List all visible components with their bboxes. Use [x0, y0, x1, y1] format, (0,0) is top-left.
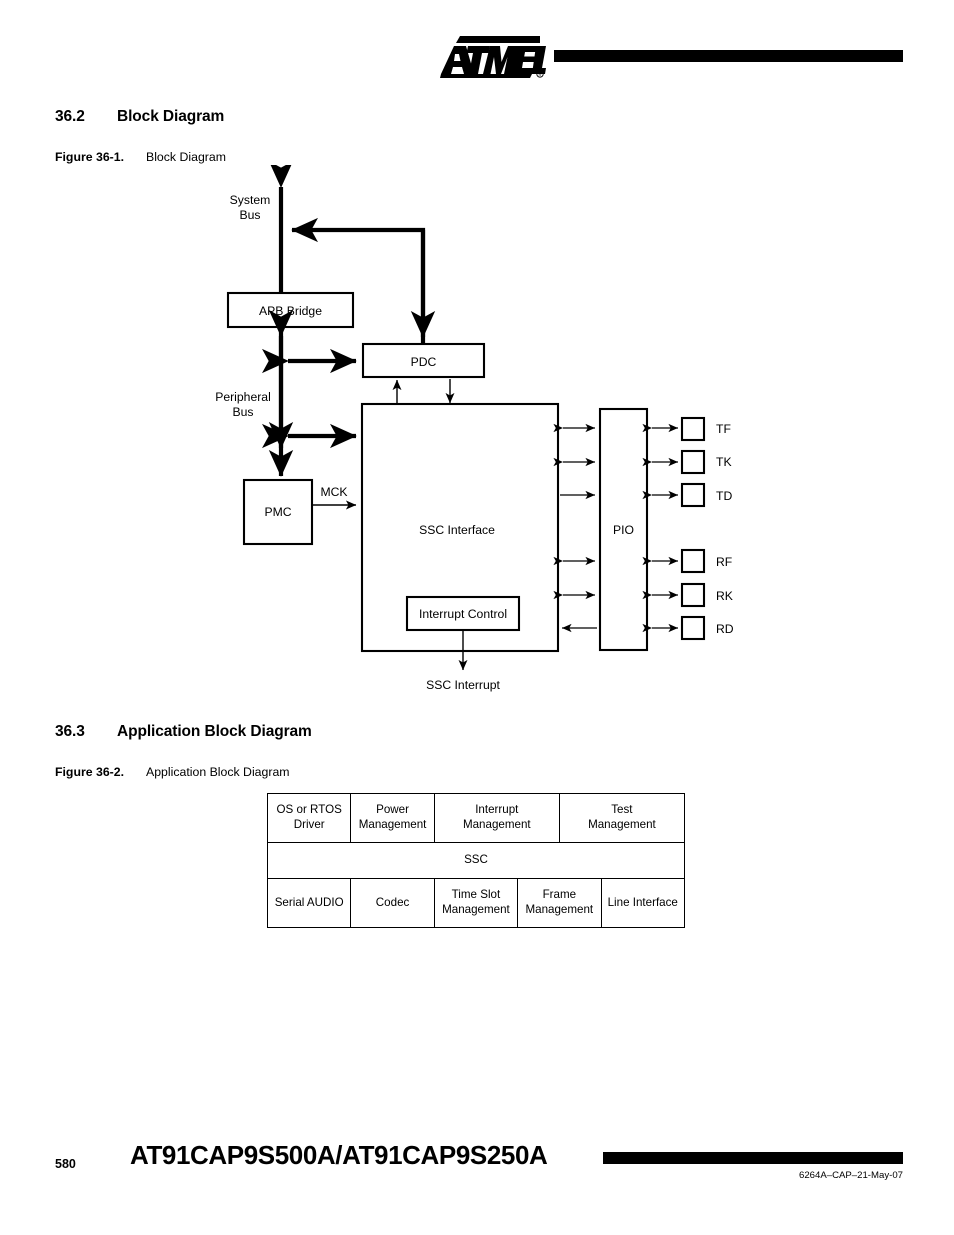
pdc-block: PDC — [361, 342, 486, 379]
pad-label-rd: RD — [716, 622, 734, 636]
document-id: 6264A–CAP–21-May-07 — [799, 1170, 903, 1181]
figure-caption-36-2: Figure 36-2. Application Block Diagram — [55, 765, 290, 779]
pad-label-tf: TF — [716, 422, 731, 436]
cell-serial-audio: Serial AUDIO — [266, 878, 352, 928]
interrupt-control-block: Interrupt Control — [405, 595, 521, 632]
cell-time-slot-management: Time Slot Management — [433, 878, 519, 928]
footer-rule — [603, 1152, 903, 1164]
block-diagram-figure: System Bus APB Bridge Peripheral Bus PDC… — [0, 160, 954, 705]
section-number: 36.3 — [55, 723, 85, 740]
apb-bridge-label: APB Bridge — [259, 304, 322, 318]
pmc-label: PMC — [264, 505, 291, 519]
header-rule — [554, 50, 903, 62]
system-bus-label-line1: System — [230, 193, 271, 207]
cell-power-management: Power Management — [350, 793, 435, 843]
svg-text:R: R — [538, 72, 541, 77]
pdc-label: PDC — [411, 355, 437, 369]
pad-label-tk: TK — [716, 455, 732, 469]
cell-ssc: SSC — [267, 842, 685, 879]
cell-codec: Codec — [350, 878, 435, 928]
table-row-driver-layer: OS or RTOS Driver Power Management Interr… — [266, 793, 686, 843]
peripheral-bus-label-line1: Peripheral — [215, 390, 271, 404]
figure-title: Block Diagram — [146, 150, 226, 164]
cell-os-or-rtos-driver: OS or RTOS Driver — [266, 793, 352, 843]
section-heading-block-diagram: 36.2 Block Diagram — [55, 108, 224, 126]
document-title: AT91CAP9S500A/AT91CAP9S250A — [130, 1140, 548, 1170]
figure-label: Figure 36-2. — [55, 765, 125, 779]
pad-rf — [680, 548, 706, 574]
cell-interrupt-management: Interrupt Management — [433, 793, 560, 843]
cell-test-management: Test Management — [558, 793, 686, 843]
pad-tk — [680, 449, 706, 475]
page-header: R — [0, 0, 954, 90]
application-layer-table: OS or RTOS Driver Power Management Interr… — [266, 793, 686, 928]
pad-tf — [680, 416, 706, 442]
pad-rd — [680, 615, 706, 641]
section-title: Application Block Diagram — [117, 723, 312, 740]
cell-frame-management: Frame Management — [517, 878, 602, 928]
interrupt-control-label: Interrupt Control — [419, 607, 507, 621]
pad-label-rk: RK — [716, 589, 733, 603]
page-number: 580 — [55, 1157, 76, 1171]
figure-title: Application Block Diagram — [146, 765, 290, 779]
pio-block: PIO — [598, 407, 649, 652]
figure-caption-36-1: Figure 36-1. Block Diagram — [55, 150, 226, 164]
cell-line-interface: Line Interface — [600, 878, 685, 928]
section-title: Block Diagram — [117, 108, 225, 125]
table-row-ssc-layer: SSC — [267, 842, 685, 879]
pad-label-rf: RF — [716, 555, 732, 569]
section-heading-application-block-diagram: 36.3 Application Block Diagram — [55, 723, 312, 741]
table-row-service-layer: Serial AUDIO Codec Time Slot Management F… — [266, 878, 685, 928]
system-bus-label-line2: Bus — [239, 208, 260, 222]
ssc-interrupt-label: SSC Interrupt — [426, 678, 500, 692]
peripheral-bus-label-line2: Bus — [232, 405, 253, 419]
application-block-diagram-figure: OS or RTOS Driver Power Management Interr… — [266, 793, 686, 928]
pmc-block: PMC — [242, 478, 314, 546]
pad-rk — [680, 582, 706, 608]
pad-td — [680, 482, 706, 508]
mck-label: MCK — [320, 485, 347, 499]
pad-label-td: TD — [716, 489, 732, 503]
pio-label: PIO — [613, 523, 634, 537]
figure-label: Figure 36-1. — [55, 150, 125, 164]
atmel-logo: R — [440, 36, 546, 78]
ssc-interface-label: SSC Interface — [419, 523, 495, 537]
apb-bridge-block: APB Bridge — [226, 291, 355, 329]
section-number: 36.2 — [55, 108, 85, 125]
